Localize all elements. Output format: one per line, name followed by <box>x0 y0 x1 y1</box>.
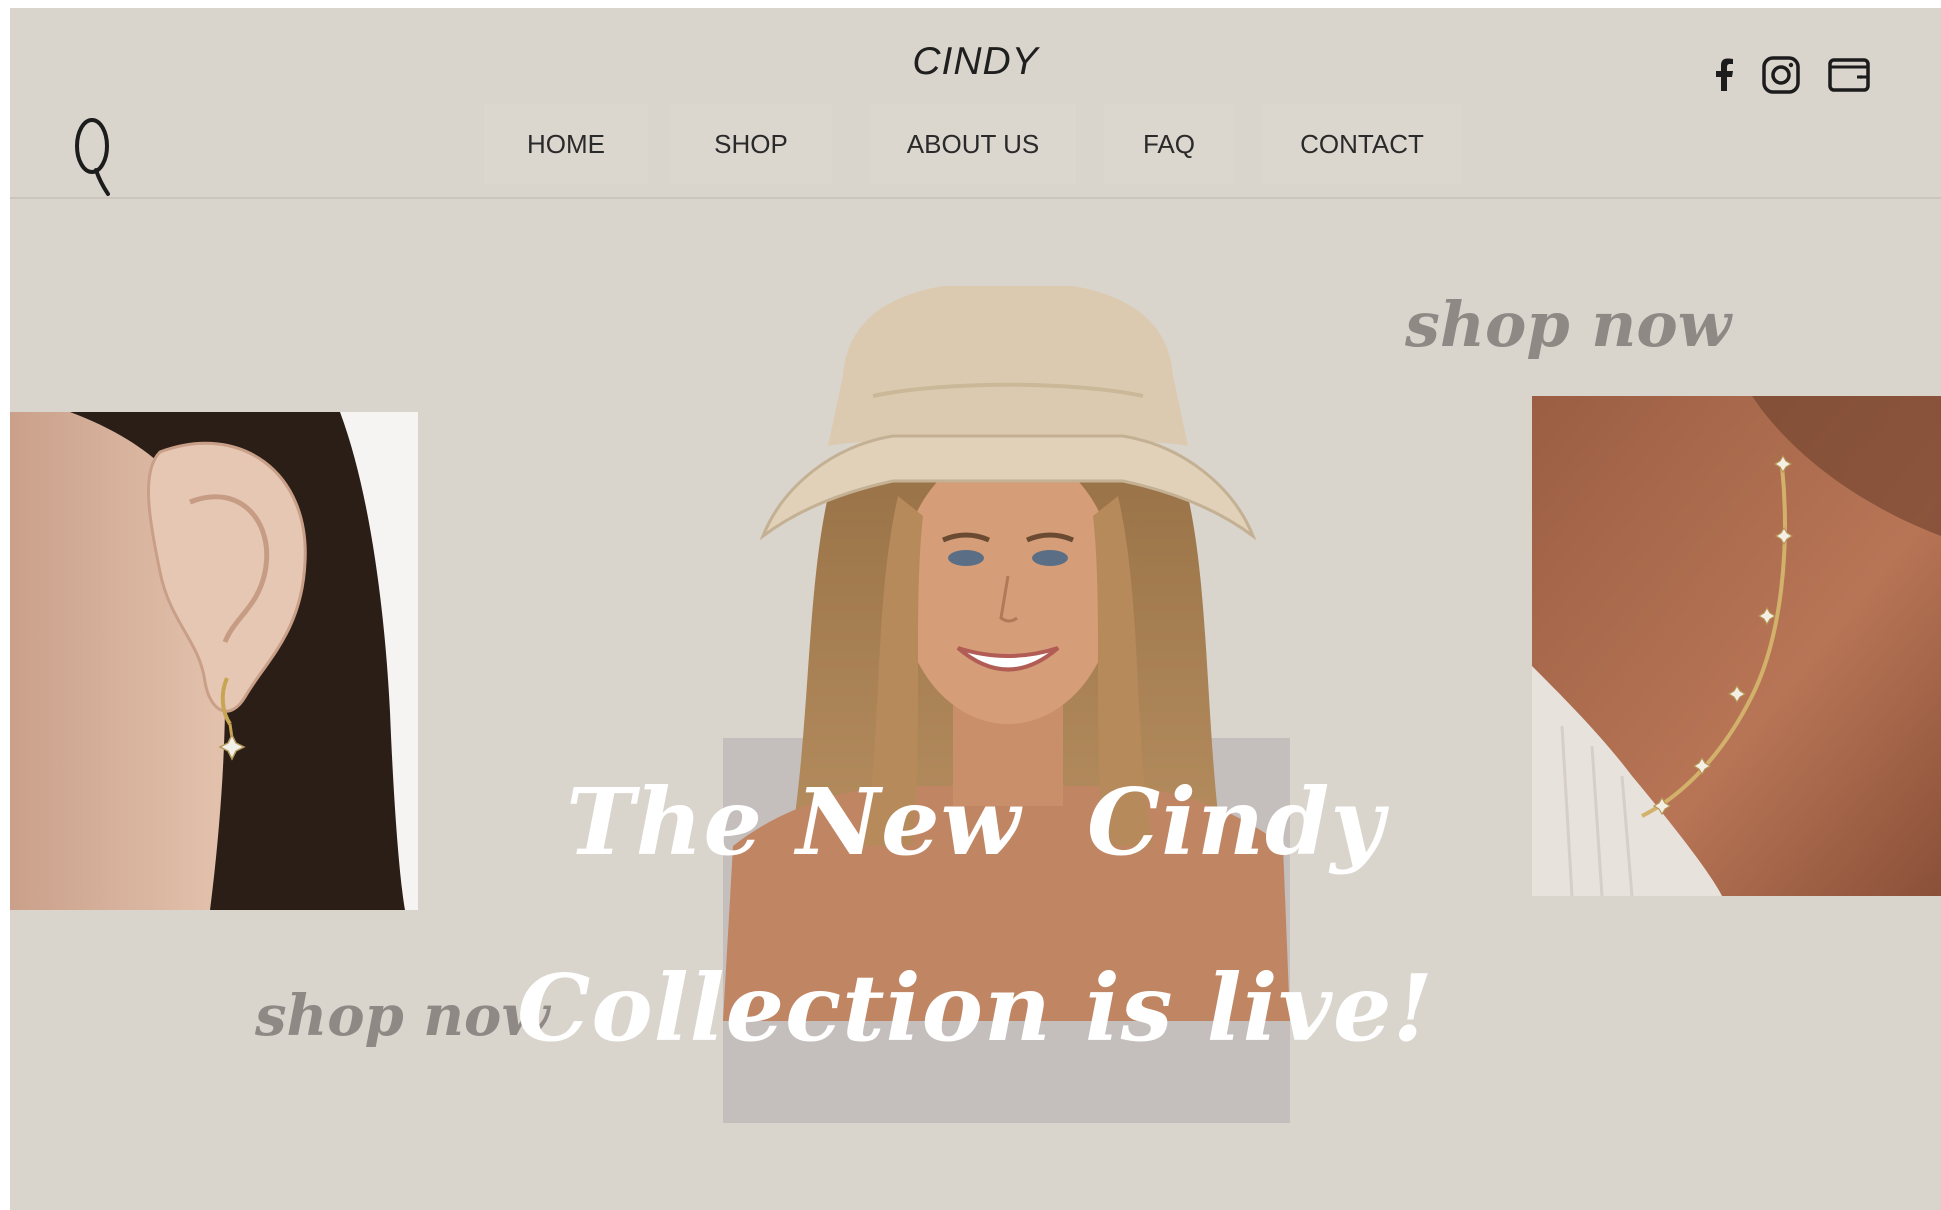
nav-faq[interactable]: FAQ <box>1104 104 1234 184</box>
model-photo[interactable] <box>723 286 1290 1021</box>
social-links <box>1713 50 1871 100</box>
nav-home[interactable]: HOME <box>484 104 648 184</box>
model-illustration <box>723 286 1290 1021</box>
website-frame: CINDY HOME SHOP ABOUT US FAQ CONTACT sho… <box>10 8 1941 1210</box>
brand-logo[interactable]: CINDY <box>10 40 1941 84</box>
nav-about-us[interactable]: ABOUT US <box>870 104 1076 184</box>
page: CINDY HOME SHOP ABOUT US FAQ CONTACT sho… <box>0 0 1941 1210</box>
hero-headline-line-2: Collection is live! <box>517 954 1434 1062</box>
hero-headline-line-1: The New Cindy <box>566 768 1385 876</box>
shop-now-link-top[interactable]: shop now <box>1405 288 1731 361</box>
facebook-icon[interactable] <box>1713 58 1735 92</box>
instagram-icon[interactable] <box>1761 55 1801 95</box>
nav-contact[interactable]: CONTACT <box>1262 104 1462 184</box>
main-nav: HOME SHOP ABOUT US FAQ CONTACT <box>10 104 1941 184</box>
wallet-icon[interactable] <box>1827 56 1871 94</box>
header-divider <box>10 197 1941 199</box>
nav-shop[interactable]: SHOP <box>670 104 832 184</box>
